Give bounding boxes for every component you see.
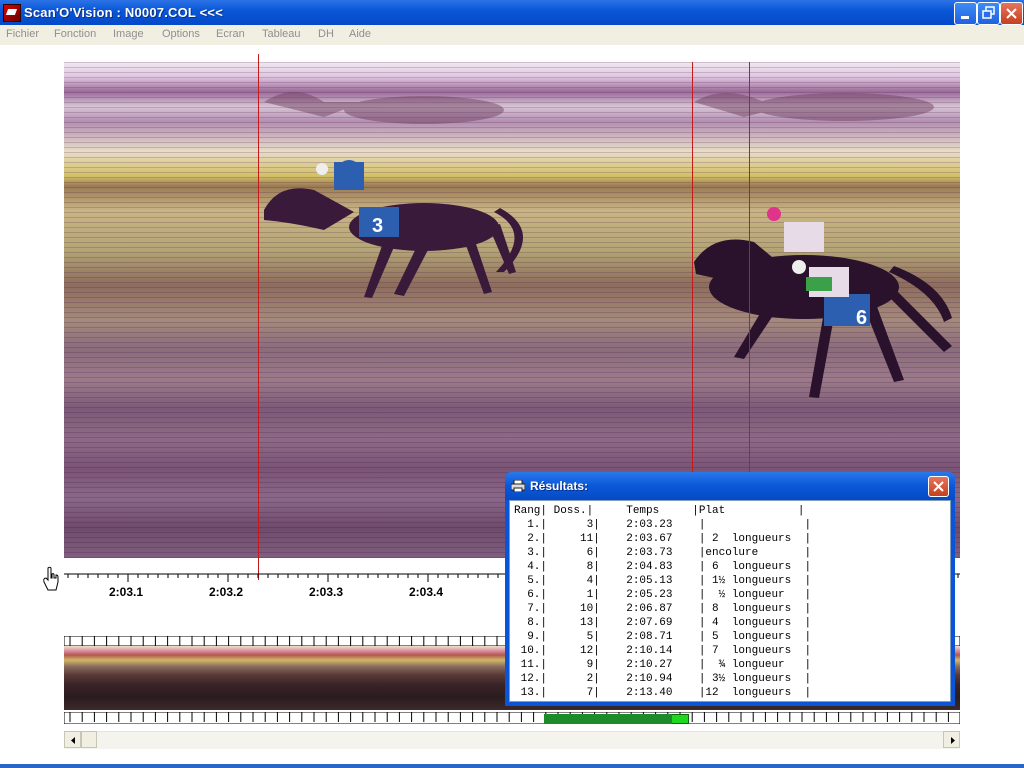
arrow-right-icon	[951, 737, 955, 744]
results-title: Résultats:	[530, 479, 589, 493]
results-close-button[interactable]	[928, 476, 949, 497]
results-row: 10.| 12| 2:10.14 | 7 longueurs |	[514, 645, 812, 657]
results-row: 6.| 1| 2:05.23 | ½ longueur |	[514, 589, 812, 601]
close-icon	[1006, 8, 1017, 19]
menu-tableau[interactable]: Tableau	[262, 28, 301, 40]
hand-pointer-icon[interactable]	[40, 566, 60, 596]
menu-fonction[interactable]: Fonction	[54, 28, 96, 40]
restore-icon	[982, 6, 995, 19]
scroll-right-button[interactable]	[943, 731, 960, 748]
tick-label-2: 2:03.2	[209, 585, 244, 599]
menu-aide[interactable]: Aide	[349, 28, 371, 40]
menu-fichier[interactable]: Fichier	[6, 28, 39, 40]
menu-bar: Fichier Fonction Image Options Ecran Tab…	[0, 25, 1024, 45]
results-header: Rang| Doss.| Temps |Plat |	[514, 505, 805, 517]
results-row: 12.| 2| 2:10.94 | 3½ longueurs |	[514, 673, 812, 685]
results-rows: 1.| 3| 2:03.23 | | 2.| 11| 2:03.67 | 2 l…	[514, 518, 811, 700]
results-row: 2.| 11| 2:03.67 | 2 longueurs |	[514, 533, 812, 545]
results-row: 8.| 13| 2:07.69 | 4 longueurs |	[514, 617, 812, 629]
minimize-icon	[961, 16, 969, 19]
finish-line-marker-3[interactable]	[749, 62, 750, 495]
results-row: 5.| 4| 2:05.13 | 1½ longueurs |	[514, 575, 812, 587]
arrow-left-icon	[71, 737, 75, 744]
results-row: 11.| 9| 2:10.27 | ¾ longueur |	[514, 659, 812, 671]
taskbar-edge	[0, 764, 1024, 768]
results-row: 3.| 6| 2:03.73 |encolure |	[514, 547, 812, 559]
results-title-bar[interactable]: Résultats:	[505, 472, 955, 500]
cursor-line-1	[258, 54, 259, 580]
overview-ruler-bottom	[64, 712, 960, 724]
results-row: 1.| 3| 2:03.23 | |	[514, 519, 812, 531]
menu-options[interactable]: Options	[162, 28, 200, 40]
menu-dh[interactable]: DH	[318, 28, 334, 40]
window-title: Scan'O'Vision : N0007.COL <<<	[24, 5, 224, 20]
results-row: 4.| 8| 2:04.83 | 6 longueurs |	[514, 561, 812, 573]
saddle-number-3: 3	[372, 215, 383, 237]
restore-button[interactable]	[977, 2, 1000, 25]
scroll-thumb[interactable]	[81, 731, 97, 748]
results-row: 13.| 7| 2:13.40 |12 longueurs |	[514, 687, 812, 699]
tick-label-3: 2:03.3	[309, 585, 344, 599]
tick-label-4: 2:03.4	[409, 585, 444, 599]
overview-selection-inner[interactable]	[544, 714, 672, 724]
results-row: 7.| 10| 2:06.87 | 8 longueurs |	[514, 603, 812, 615]
finish-line-marker-2[interactable]	[692, 62, 693, 495]
menu-ecran[interactable]: Ecran	[216, 28, 245, 40]
tick-label-1: 2:03.1	[109, 585, 144, 599]
close-icon	[933, 481, 944, 492]
results-row: 9.| 5| 2:08.71 | 5 longueurs |	[514, 631, 812, 643]
minimize-button[interactable]	[954, 2, 977, 25]
title-bar: Scan'O'Vision : N0007.COL <<<	[0, 0, 1024, 25]
menu-image[interactable]: Image	[113, 28, 144, 40]
results-window: Résultats: Rang| Doss.| Temps |Plat | 1.…	[505, 472, 955, 706]
close-button[interactable]	[1000, 2, 1023, 25]
printer-icon[interactable]	[511, 480, 525, 492]
scroll-left-button[interactable]	[64, 731, 81, 748]
app-icon[interactable]	[3, 4, 21, 22]
horizontal-scrollbar[interactable]	[64, 731, 960, 749]
results-text-area[interactable]: Rang| Doss.| Temps |Plat | 1.| 3| 2:03.2…	[509, 500, 951, 702]
saddle-number-6: 6	[856, 307, 867, 329]
